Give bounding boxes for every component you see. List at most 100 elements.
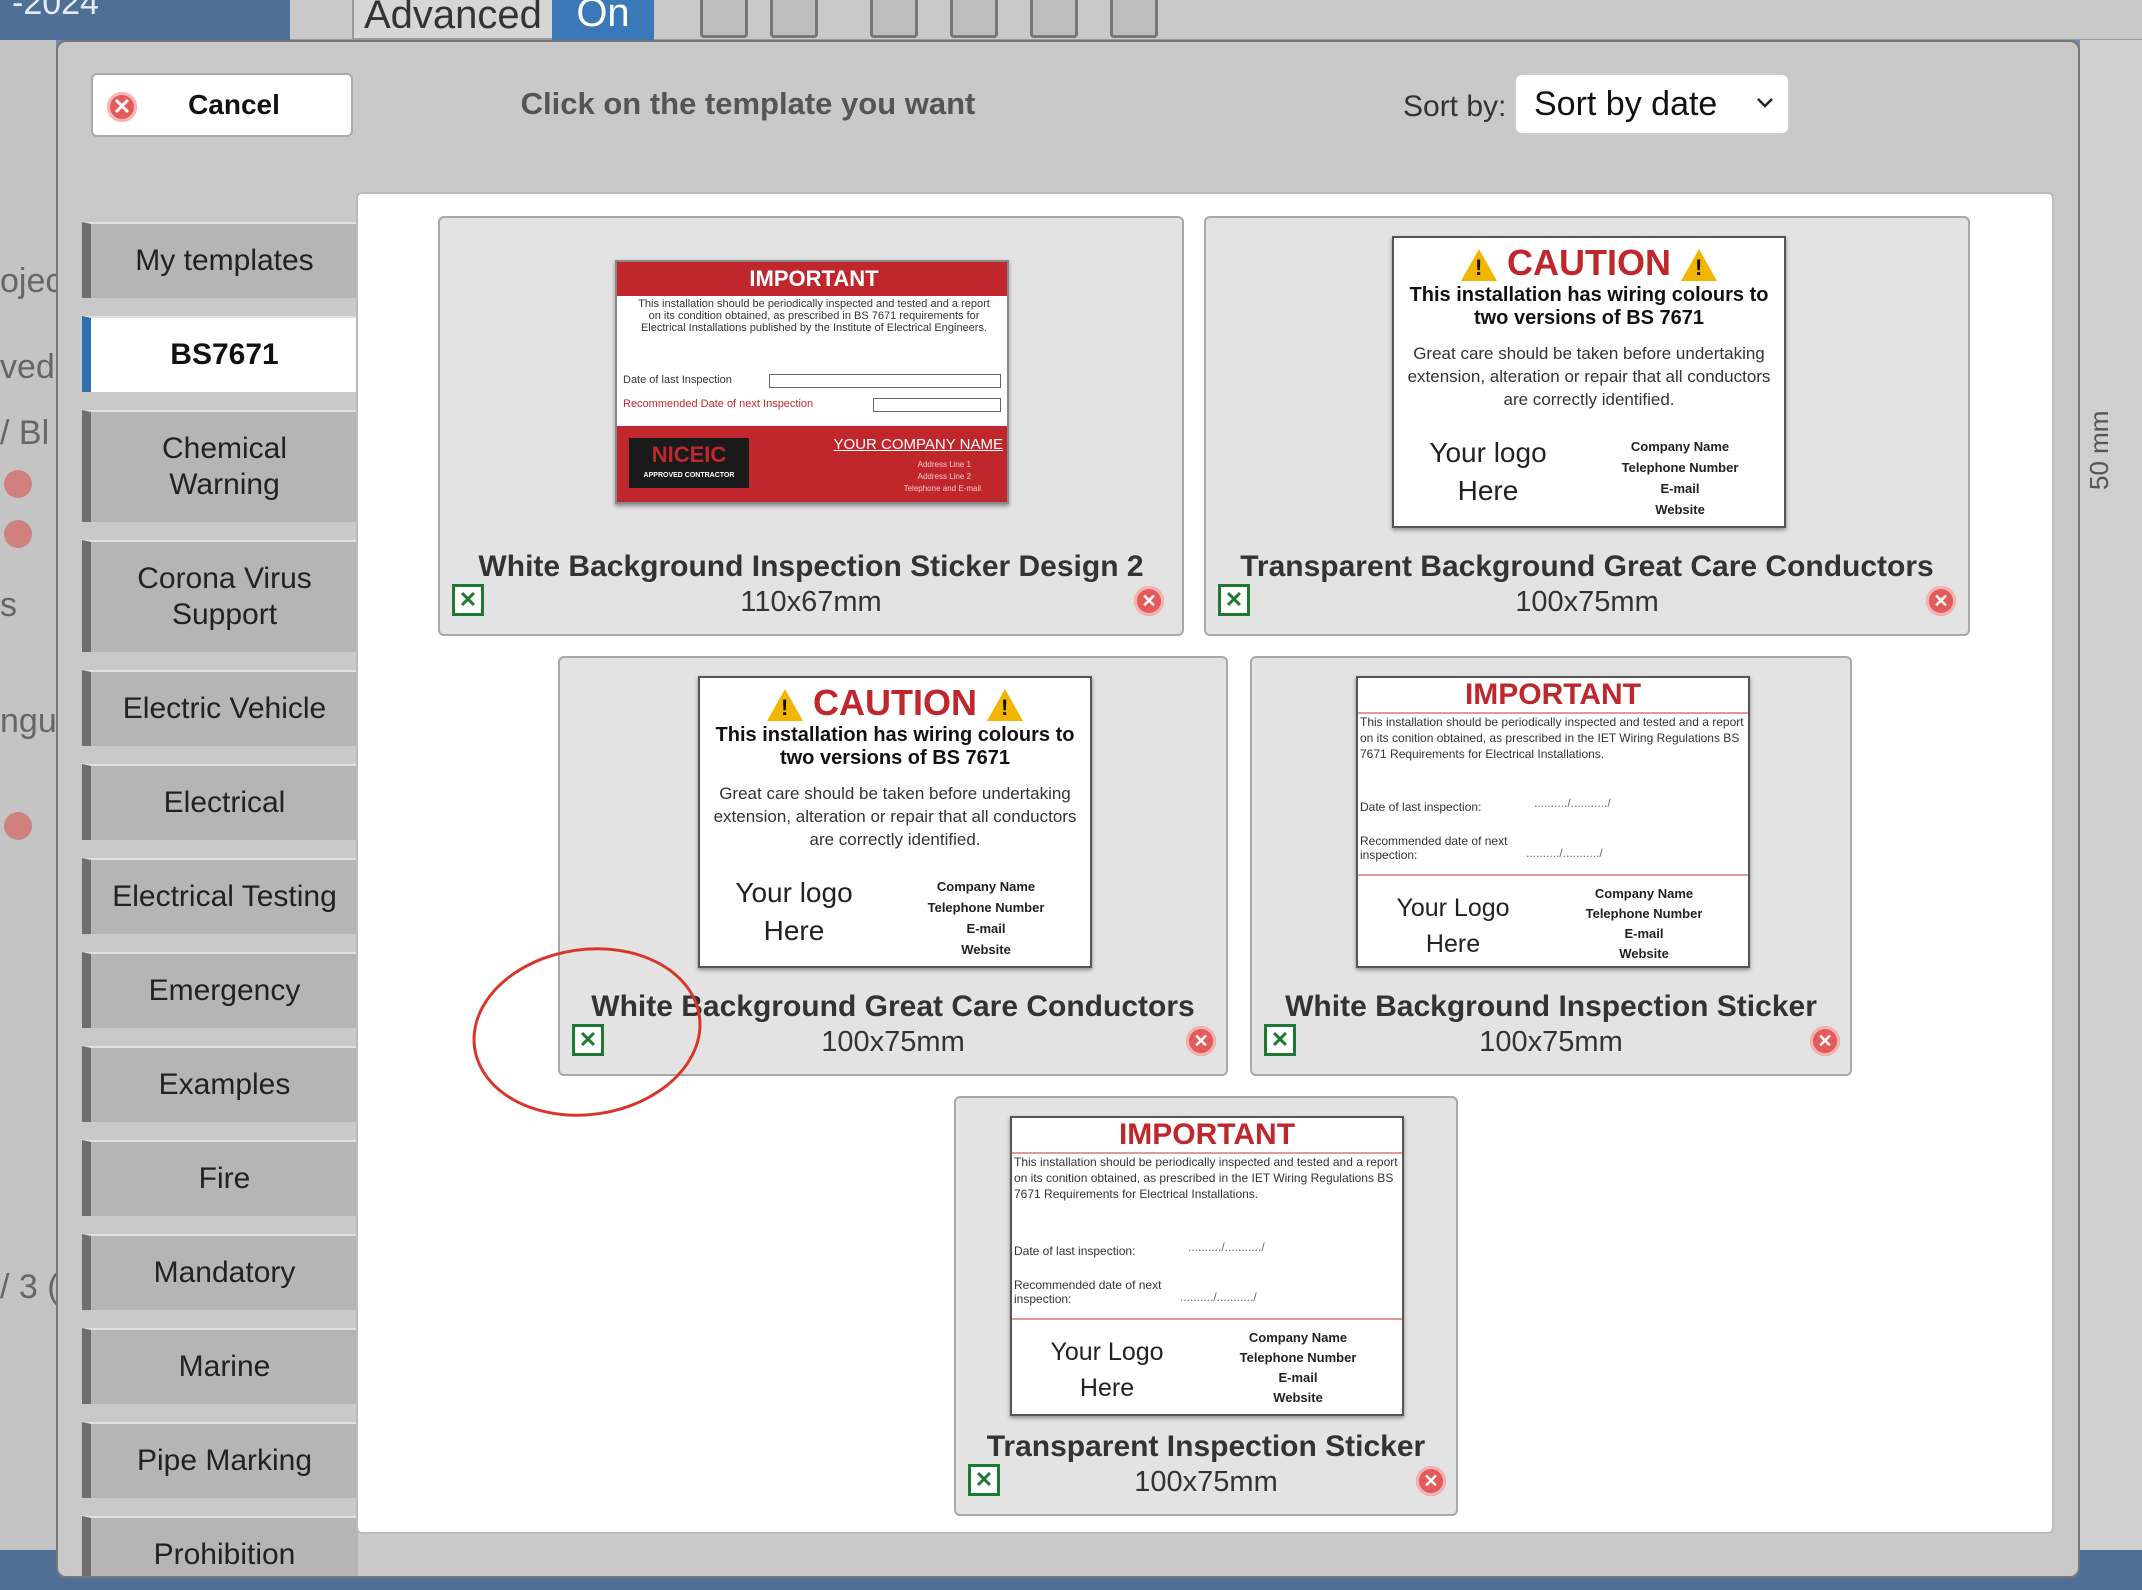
sticker-body: This installation should be periodically… (1014, 1155, 1398, 1201)
logo-placeholder: Your Logo Here (1050, 1338, 1164, 1402)
template-thumbnail: ! CAUTION ! This installation has wiring… (1392, 236, 1786, 528)
warning-icon: ! (987, 689, 1024, 722)
category-label: Fire (198, 1162, 251, 1195)
logo-placeholder: Your logo Here (735, 877, 853, 946)
sticker-footer: NICEIC APPROVED CONTRACTOR YOUR COMPANY N… (617, 426, 1007, 502)
category-label: Mandatory (153, 1256, 296, 1289)
dialog-instruction: Click on the template you want (520, 86, 976, 121)
sticker-field-label: Recommended date of next inspection: (1014, 1278, 1162, 1306)
template-card[interactable]: IMPORTANT This installation should be pe… (954, 1096, 1458, 1516)
excel-export-icon[interactable] (968, 1464, 1000, 1496)
advanced-toggle-label[interactable]: Advanced (352, 0, 554, 40)
excel-export-icon[interactable] (452, 584, 484, 616)
niceic-logo: NICEIC APPROVED CONTRACTOR (629, 438, 749, 488)
delete-icon[interactable] (1186, 1026, 1216, 1056)
template-card[interactable]: IMPORTANT This installation should be pe… (1250, 656, 1852, 1076)
template-title: Transparent Inspection Sticker (986, 1430, 1426, 1463)
category-fire[interactable]: Fire (82, 1140, 358, 1216)
template-thumbnail: ! CAUTION ! This installation has wiring… (698, 676, 1092, 968)
sort-label: Sort by: (1403, 90, 1507, 123)
sticker-divider (1012, 1318, 1402, 1320)
sticker-heading: IMPORTANT (1358, 678, 1748, 714)
sort-select[interactable]: Sort by date (1514, 73, 1790, 135)
template-size: 100x75mm (1134, 1466, 1278, 1498)
sticker-address: Address Line 1 (917, 460, 971, 469)
category-examples[interactable]: Examples (82, 1046, 358, 1122)
excel-export-icon[interactable] (1264, 1024, 1296, 1056)
cancel-button[interactable]: ✕ Cancel (91, 73, 353, 137)
ruler-label: 50 mm (2084, 410, 2114, 490)
background-fragment: s (0, 586, 17, 624)
category-my-templates[interactable]: My templates (82, 222, 358, 298)
category-label: Prohibition (153, 1538, 296, 1571)
category-label: Electrical Testing (112, 880, 337, 913)
sticker-body: This installation should be periodically… (1360, 715, 1744, 761)
logo-placeholder: Your Logo Here (1396, 894, 1510, 958)
chevron-down-icon (1757, 98, 1773, 108)
company-block: Company Name Telephone Number E-mail Web… (1585, 886, 1703, 961)
category-emergency[interactable]: Emergency (82, 952, 358, 1028)
category-corona-virus-support[interactable]: Corona Virus Support (82, 540, 358, 652)
sticker-heading: ! CAUTION ! (700, 682, 1090, 724)
template-thumbnail: IMPORTANT This installation should be pe… (615, 260, 1009, 504)
sticker-heading: IMPORTANT (617, 262, 1007, 296)
template-card[interactable]: IMPORTANT This installation should be pe… (438, 216, 1184, 636)
category-mandatory[interactable]: Mandatory (82, 1234, 358, 1310)
logo-placeholder: Your logo Here (1429, 437, 1547, 506)
company-block: Company Name Telephone Number E-mail Web… (927, 879, 1045, 957)
sticker-heading: IMPORTANT (1012, 1118, 1402, 1154)
template-card[interactable]: ! CAUTION ! This installation has wiring… (1204, 216, 1970, 636)
sticker-address: Address Line 2 (917, 472, 971, 481)
list-tool-icon[interactable] (950, 0, 998, 38)
sticker-divider (1358, 874, 1748, 876)
company-block: Company Name Telephone Number E-mail Web… (1621, 439, 1739, 517)
template-picker-dialog: ✕ Cancel Click on the template you want … (56, 40, 2080, 1578)
date-placeholder: ........../.........../ (1180, 1290, 1257, 1304)
template-size: 100x75mm (1515, 586, 1659, 618)
category-label: Electrical (163, 786, 286, 819)
sticker-heading: ! CAUTION ! (1394, 242, 1784, 284)
category-electrical-testing[interactable]: Electrical Testing (82, 858, 358, 934)
text-tool-icon[interactable] (700, 0, 748, 38)
template-title: White Background Inspection Sticker Desi… (478, 550, 1144, 583)
advanced-on-toggle[interactable]: On (552, 0, 654, 40)
sticker-company: YOUR COMPANY NAME (833, 436, 1003, 453)
category-label: My templates (135, 244, 314, 277)
image-tool-icon[interactable] (870, 0, 918, 38)
background-remove-icon (4, 812, 32, 840)
delete-icon[interactable] (1416, 1466, 1446, 1496)
sticker-subheading: This installation has wiring colours to … (1409, 284, 1769, 329)
category-label: BS7671 (170, 338, 279, 371)
category-bs7671[interactable]: BS7671 (82, 316, 358, 392)
undo-tool-icon[interactable] (1110, 0, 1158, 38)
category-label: Electric Vehicle (122, 692, 327, 725)
category-marine[interactable]: Marine (82, 1328, 358, 1404)
sort-value: Sort by date (1534, 85, 1718, 123)
template-size: 100x75mm (1479, 1026, 1623, 1058)
frame-tool-icon[interactable] (770, 0, 818, 38)
category-label: Examples (158, 1068, 291, 1101)
sticker-field-label: Date of last Inspection (623, 374, 732, 386)
category-pipe-marking[interactable]: Pipe Marking (82, 1422, 358, 1498)
delete-icon[interactable] (1134, 586, 1164, 616)
excel-export-icon[interactable] (1218, 584, 1250, 616)
sticker-subheading: This installation has wiring colours to … (715, 724, 1075, 769)
delete-icon[interactable] (1810, 1026, 1840, 1056)
background-right-panel (2080, 40, 2142, 1550)
category-chemical-warning[interactable]: Chemical Warning (82, 410, 358, 522)
category-electrical[interactable]: Electrical (82, 764, 358, 840)
category-electric-vehicle[interactable]: Electric Vehicle (82, 670, 358, 746)
template-title: Transparent Background Great Care Conduc… (1240, 550, 1934, 583)
warning-icon: ! (1460, 249, 1497, 282)
resize-tool-icon[interactable] (1030, 0, 1078, 38)
date-placeholder: ........../.........../ (1534, 796, 1611, 810)
delete-icon[interactable] (1926, 586, 1956, 616)
category-prohibition[interactable]: Prohibition (82, 1516, 358, 1576)
sticker-field-label: Date of last inspection: (1014, 1244, 1136, 1258)
sticker-field-label: Date of last inspection: (1360, 800, 1482, 814)
category-label: Corona Virus Support (137, 562, 312, 631)
background-fragment: ngul (0, 702, 65, 740)
category-label: Chemical Warning (161, 432, 288, 501)
cancel-label: Cancel (188, 89, 280, 120)
template-thumbnail: IMPORTANT This installation should be pe… (1010, 1116, 1404, 1416)
